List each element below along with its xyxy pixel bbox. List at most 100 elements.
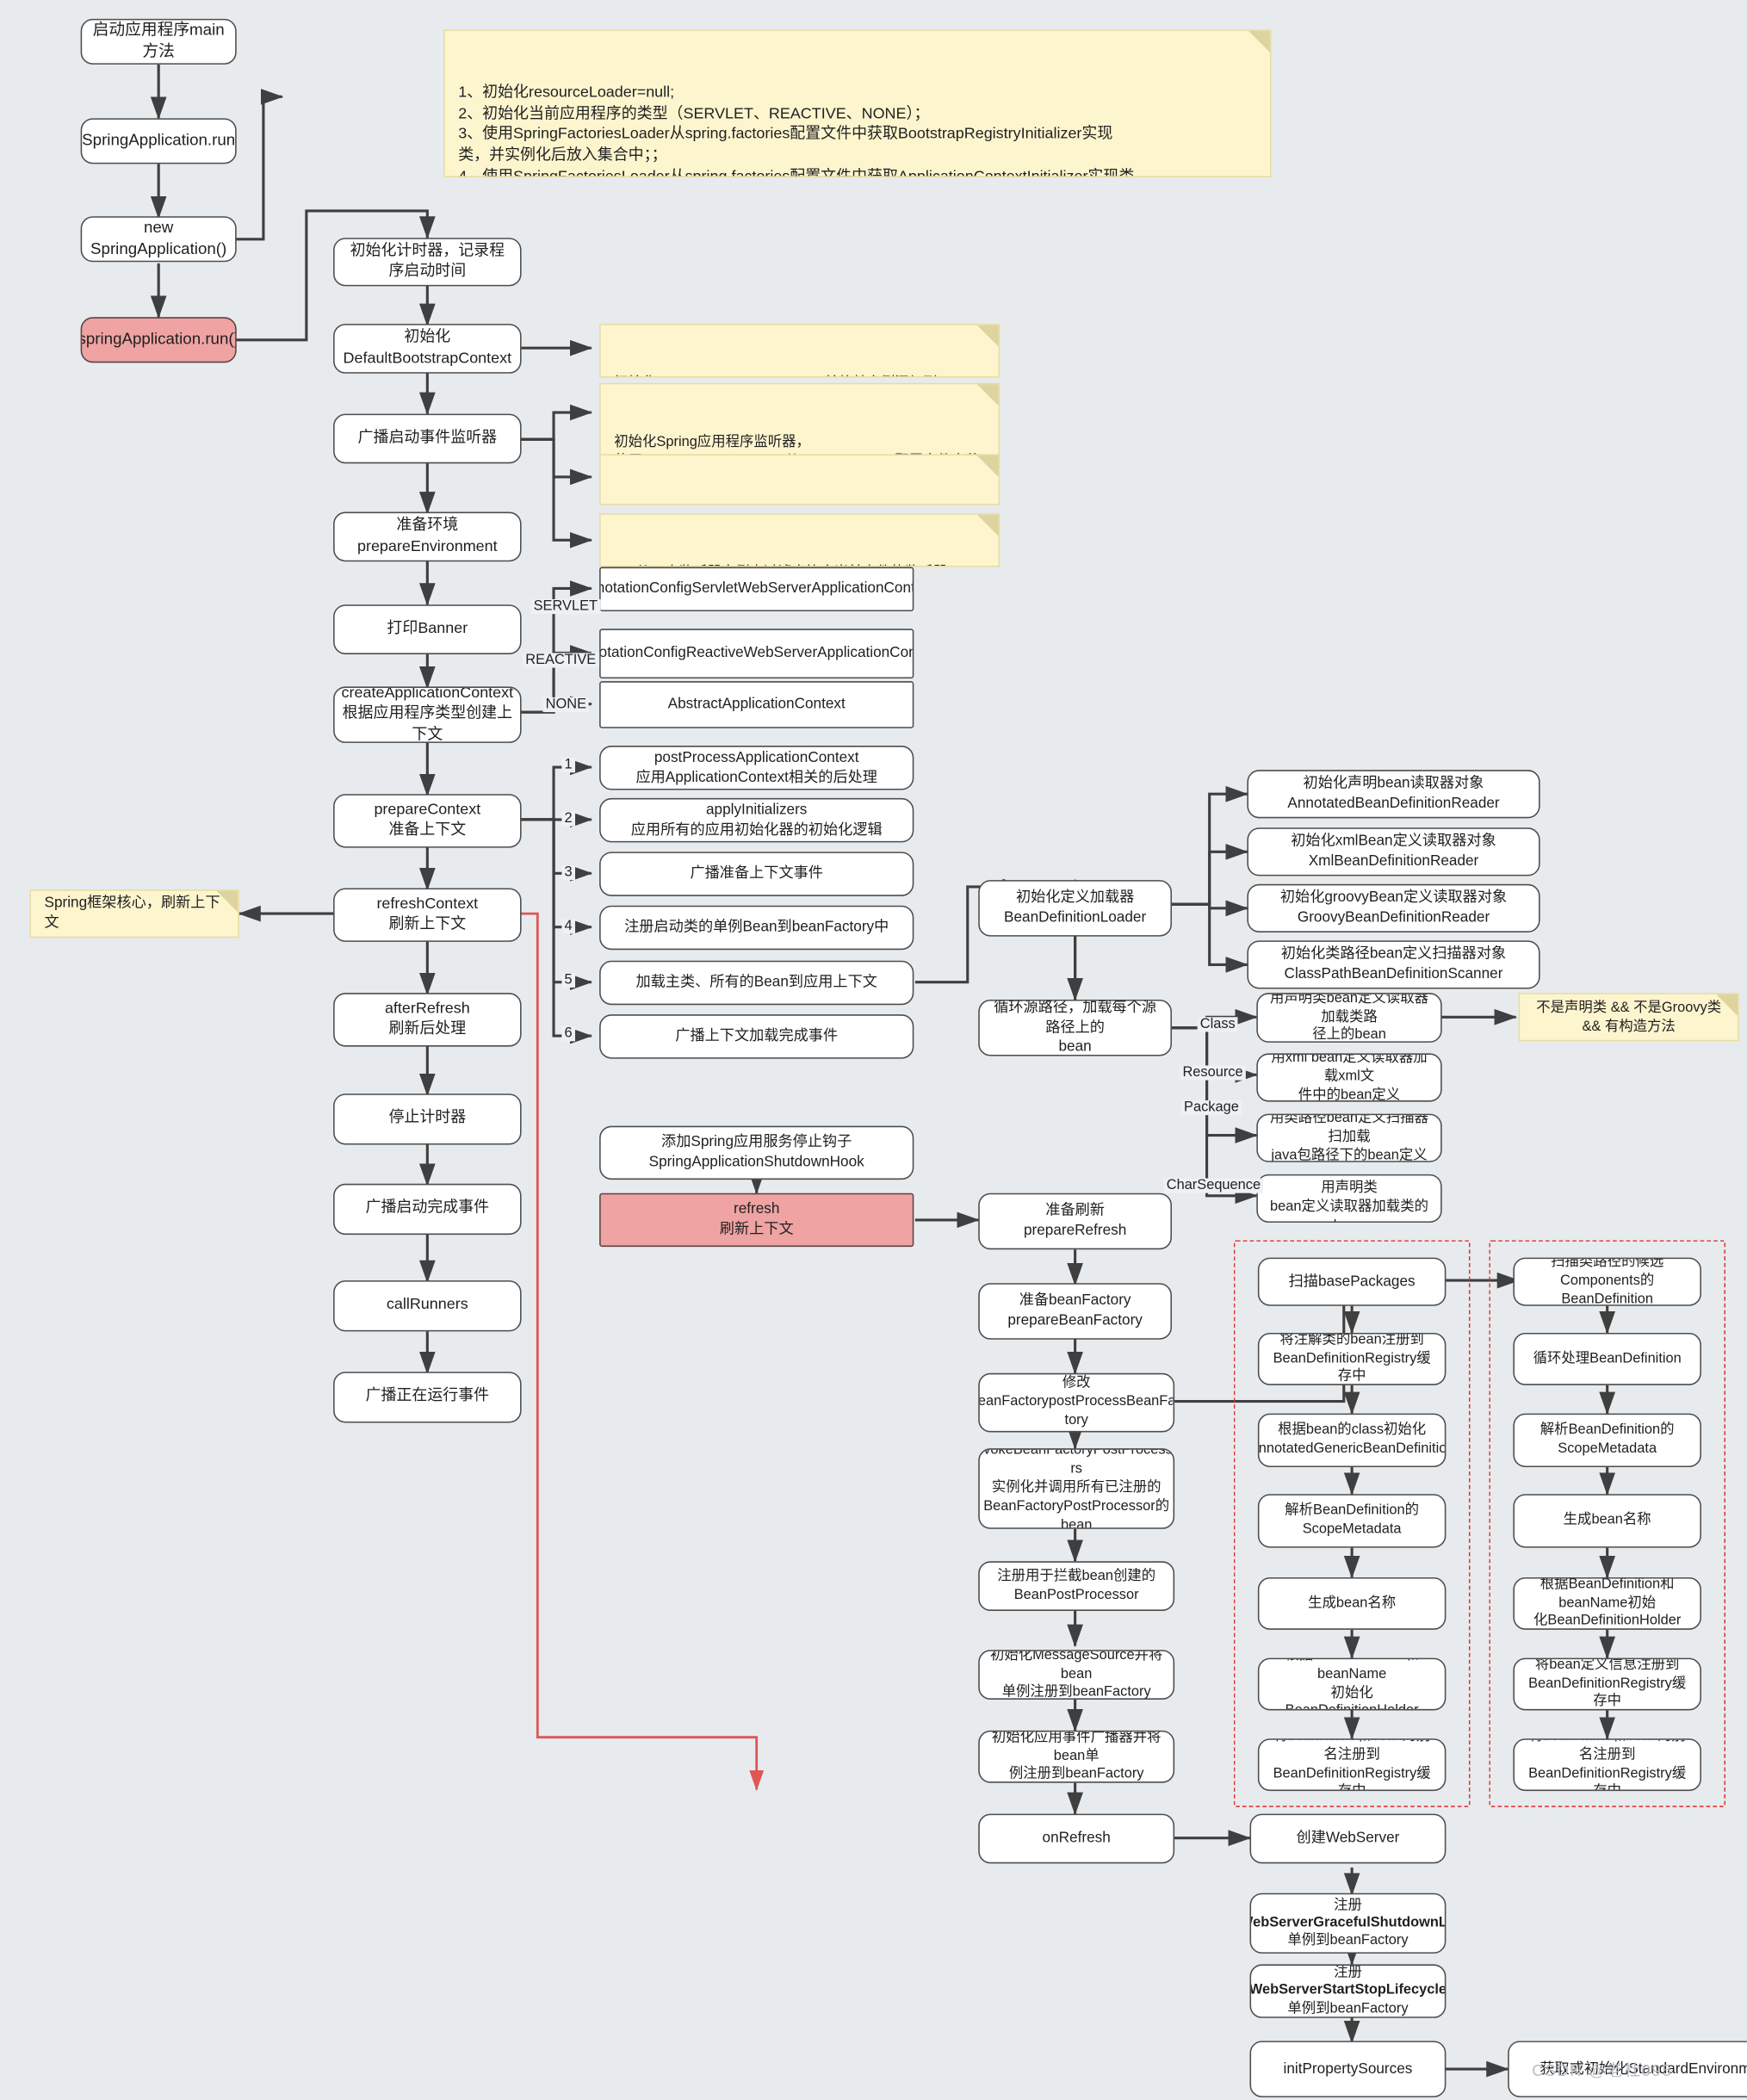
note-fold-icon (1716, 994, 1738, 1016)
note-text: 不是声明类 && 不是Groovy类 && 有构造方法 (1536, 999, 1722, 1035)
node-refresh[interactable]: refresh 刷新上下文 (599, 1192, 914, 1248)
reg-startstop-line1: 注册WebServerStartStopLifecycle (1249, 1964, 1447, 2000)
node-register-graceful-shutdown[interactable]: 注册 WebServerGracefulShutdownLif 单例到beanF… (1249, 1892, 1447, 1954)
node-stop-timer[interactable]: 停止计时器 (333, 1093, 522, 1145)
edge-label-1: 1 (561, 758, 575, 772)
node-prepare-refresh[interactable]: 准备刷新 prepareRefresh (978, 1192, 1172, 1250)
note-listener-init: 初始化Spring应用程序监听器， 使用SpringFactoriesLoade… (599, 382, 1000, 455)
node-gen-bean-name-a[interactable]: 生成bean名称 (1257, 1577, 1447, 1630)
node-prepare-context[interactable]: prepareContext 准备上下文 (333, 794, 522, 848)
node-pc-1[interactable]: postProcessApplicationContext 应用Applicat… (599, 746, 914, 790)
node-register-bpp[interactable]: 注册用于拦截bean创建的 BeanPostProcessor (978, 1561, 1175, 1611)
node-init-event-multicaster[interactable]: 初始化应用事件广播器并将bean单 例注册到beanFactory (978, 1730, 1175, 1783)
node-init-message-source[interactable]: 初始化MessageSource并将bean 单例注册到beanFactory (978, 1650, 1175, 1700)
reg-graceful-line2: WebServerGracefulShutdownLif (1249, 1914, 1447, 1931)
edge-label-resource: Resource (1180, 1065, 1246, 1080)
edge-label-reactive: REACTIVE (523, 653, 599, 667)
node-init-agbd[interactable]: 根据bean的class初始化 AnnotatedGenericBeanDefi… (1257, 1413, 1447, 1468)
node-gen-bean-name-b[interactable]: 生成bean名称 (1513, 1494, 1701, 1548)
node-spring-application-run-call[interactable]: springApplication.run() (80, 317, 237, 363)
note-text: 初始化DefaultBootstrapContext，并将其实例添加到 Boot… (614, 375, 937, 376)
node-loop-bean-definition[interactable]: 循环处理BeanDefinition (1513, 1332, 1701, 1385)
node-reg-annotated-bean[interactable]: 将注解类的bean注册到 BeanDefinitionRegistry缓存中 (1257, 1332, 1447, 1385)
node-spring-application-run[interactable]: SpringApplication.run (80, 118, 237, 164)
node-load-class[interactable]: 用声明类bean定义读取器加载类路 径上的bean (1256, 993, 1442, 1043)
reg-graceful-line3-rest: 单例到beanFactory (1287, 1932, 1409, 1948)
reg-graceful-line3: 单例到beanFactory (1287, 1932, 1408, 1949)
note-text: Spring框架核心，刷新上下文 (44, 894, 220, 932)
node-broadcast-start-listener[interactable]: 广播启动事件监听器 (333, 413, 522, 464)
node-parse-scope-metadata-b[interactable]: 解析BeanDefinition的ScopeMetadata (1513, 1413, 1701, 1468)
watermark-credit: CSDN @老杜095 (1532, 2060, 1673, 2080)
note-not-declared-class: 不是声明类 && 不是Groovy类 && 有构造方法 (1518, 993, 1739, 1042)
node-pc-4[interactable]: 注册启动类的单例Bean到beanFactory中 (599, 905, 914, 951)
node-pc-6[interactable]: 广播上下文加载完成事件 (599, 1014, 914, 1059)
node-post-process-bean-factory[interactable]: 修改 beanFactorypostProcessBeanFac tory (978, 1372, 1175, 1433)
node-main-method[interactable]: 启动应用程序main方法 (80, 18, 237, 65)
note-bootstrap-context: 初始化DefaultBootstrapContext，并将其实例添加到 Boot… (599, 324, 1000, 378)
node-print-banner[interactable]: 打印Banner (333, 604, 522, 654)
node-bean-definition-loader[interactable]: 初始化定义加载器 BeanDefinitionLoader (978, 880, 1172, 937)
node-init-holder-b[interactable]: 根据BeanDefinition和beanName初始 化BeanDefinit… (1513, 1577, 1701, 1630)
node-broadcast-running[interactable]: 广播正在运行事件 (333, 1372, 522, 1423)
node-after-refresh[interactable]: afterRefresh 刷新后处理 (333, 993, 522, 1047)
node-load-resource[interactable]: 用xml bean定义读取器加载xml文 件中的bean定义 (1256, 1053, 1442, 1102)
flowchart-canvas: 启动应用程序main方法 SpringApplication.run new S… (0, 0, 1747, 2100)
reg-graceful-line1: 注册 (1334, 1897, 1362, 1913)
node-pc-5[interactable]: 加载主类、所有的Bean到应用上下文 (599, 960, 914, 1006)
node-scan-candidate-components[interactable]: 扫描类路径的候选Components的 BeanDefinition (1513, 1257, 1701, 1306)
note-listener-filter: 1、从11个监听器实例中过滤出符合当前事件的监听器; 2、循环遍历监听器; 3、… (599, 513, 1000, 567)
node-parse-scope-metadata-a[interactable]: 解析BeanDefinition的 ScopeMetadata (1257, 1494, 1447, 1548)
node-ctx-reactive[interactable]: AnnotationConfigReactiveWebServerApplica… (599, 629, 914, 679)
node-refresh-context[interactable]: refreshContext 刷新上下文 (333, 888, 522, 942)
reg-startstop-prefix: 注册 (1334, 1964, 1362, 1981)
node-create-web-server[interactable]: 创建WebServer (1249, 1813, 1447, 1864)
node-init-timer[interactable]: 初始化计时器，记录程序启动时间 (333, 238, 522, 287)
node-on-refresh[interactable]: onRefresh (978, 1813, 1175, 1864)
edge-label-class: Class (1197, 1017, 1238, 1031)
node-loop-source-path[interactable]: 循环源路径，加载每个源路径上的 bean (978, 999, 1172, 1056)
edge-label-4: 4 (561, 919, 575, 933)
node-scan-base-packages[interactable]: 扫描basePackages (1257, 1257, 1447, 1306)
note-text: 1、初始化resourceLoader=null; 2、初始化当前应用程序的类型… (458, 84, 1134, 177)
node-reg-alias-a[interactable]: 将beanName和bean的别名注册到 BeanDefinitionRegis… (1257, 1738, 1447, 1792)
node-ctx-servlet[interactable]: AnnotationConfigServletWebServerApplicat… (599, 567, 914, 612)
note-fold-icon (976, 514, 999, 536)
edge-label-none: NONE (542, 697, 590, 712)
edge-label-charsequence: CharSequence (1163, 1179, 1264, 1192)
node-reg-bean-definition-b[interactable]: 将bean定义信息注册到 BeanDefinitionRegistry缓存中 (1513, 1657, 1701, 1711)
edge-label-package: Package (1180, 1100, 1242, 1115)
node-new-spring-application[interactable]: new SpringApplication() (80, 216, 237, 263)
edge-label-5: 5 (561, 973, 575, 988)
node-reader-annotated[interactable]: 初始化声明bean读取器对象 AnnotatedBeanDefinitionRe… (1247, 770, 1540, 819)
node-invoke-bfpp[interactable]: invokeBeanFactoryPostProcesso rs 实例化并调用所… (978, 1448, 1175, 1529)
node-init-holder-a[interactable]: 根据BeanDefinition和beanName 初始化BeanDefinit… (1257, 1657, 1447, 1711)
note-fold-icon (216, 890, 239, 913)
node-reader-groovy[interactable]: 初始化groovyBean定义读取器对象 GroovyBeanDefinitio… (1247, 883, 1540, 932)
node-pc-2[interactable]: applyInitializers 应用所有的应用初始化器的初始化逻辑 (599, 797, 914, 843)
note-fold-icon (1248, 30, 1270, 53)
node-prepare-bean-factory[interactable]: 准备beanFactory prepareBeanFactory (978, 1283, 1172, 1340)
node-reader-scanner[interactable]: 初始化类路径bean定义扫描器对象 ClassPathBeanDefinitio… (1247, 940, 1540, 989)
node-init-property-sources[interactable]: initPropertySources (1249, 2041, 1447, 2097)
node-create-application-context[interactable]: createApplicationContext 根据应用程序类型创建上下文 (333, 686, 522, 743)
node-pc-3[interactable]: 广播准备上下文事件 (599, 852, 914, 896)
node-reg-alias-b[interactable]: 将beanName和bean的别名注册到 BeanDefinitionRegis… (1513, 1738, 1701, 1792)
node-shutdown-hook[interactable]: 添加Spring应用服务停止钩子 SpringApplicationShutdo… (599, 1125, 914, 1180)
node-broadcast-started[interactable]: 广播启动完成事件 (333, 1183, 522, 1236)
edge-label-3: 3 (561, 865, 575, 880)
note-text: 初始化Spring应用程序监听器， 使用SpringFactoriesLoade… (614, 433, 979, 454)
reg-startstop-bold: WebServerStartStopLifecycle (1249, 1982, 1447, 1999)
node-call-runners[interactable]: callRunners (333, 1280, 522, 1332)
reg-startstop-line2: 单例到beanFactory (1287, 1999, 1409, 2016)
node-load-charsequence[interactable]: 将字符串反射为Class，并用声明类 bean定义读取器加载类的bean (1256, 1174, 1442, 1223)
node-ctx-none[interactable]: AbstractApplicationContext (599, 681, 914, 728)
node-load-package[interactable]: 用类路径bean定义扫描器扫加载 java包路径下的bean定义 (1256, 1113, 1442, 1162)
node-prepare-environment[interactable]: 准备环境 prepareEnvironment (333, 511, 522, 562)
note-fold-icon (976, 384, 999, 406)
node-reader-xml[interactable]: 初始化xmlBean定义读取器对象 XmlBeanDefinitionReade… (1247, 827, 1540, 877)
node-init-bootstrap-context[interactable]: 初始化DefaultBootstrapContext (333, 324, 522, 374)
node-register-startstop-lifecycle[interactable]: 注册WebServerStartStopLifecycle 单例到beanFac… (1249, 1964, 1447, 2018)
edge-label-6: 6 (561, 1026, 575, 1041)
note-fold-icon (976, 325, 999, 347)
